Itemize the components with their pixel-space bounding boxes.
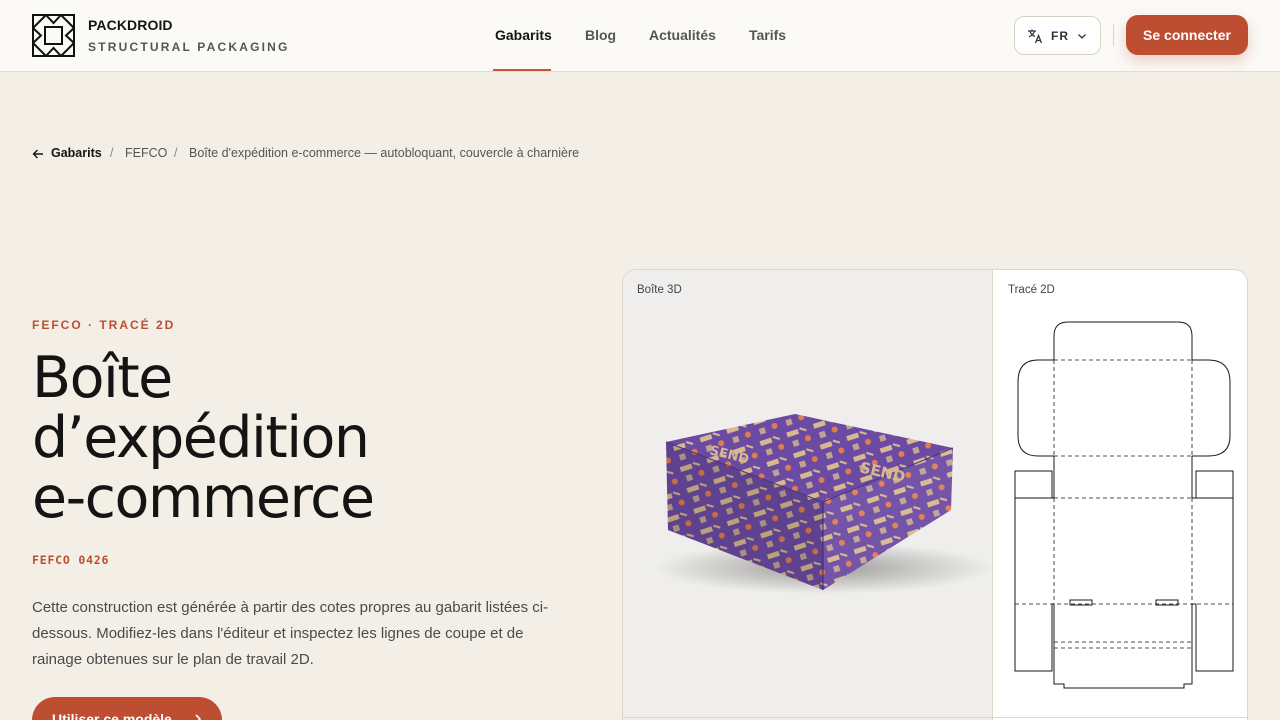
- language-code: FR: [1051, 29, 1069, 43]
- top-header: PACKDROID STRUCTURAL PACKAGING Gabarits …: [0, 0, 1280, 72]
- breadcrumb-fefco[interactable]: FEFCO: [125, 146, 167, 160]
- login-button[interactable]: Se connecter: [1126, 15, 1248, 55]
- nav-item-actualites[interactable]: Actualités: [649, 27, 716, 43]
- breadcrumb-gabarits[interactable]: Gabarits: [51, 146, 102, 160]
- nav-item-gabarits[interactable]: Gabarits: [495, 27, 552, 43]
- title-line: Boîte: [32, 345, 173, 411]
- title-line: d’expédition: [32, 405, 370, 471]
- box-3d-pane[interactable]: Boîte 3D SEND SEND: [623, 270, 993, 720]
- fefco-code: FEFCO 0426: [32, 553, 110, 567]
- hero-eyebrow: FEFCO · TRACÉ 2D: [32, 318, 176, 332]
- arrow-left-icon[interactable]: [32, 148, 44, 160]
- use-template-button[interactable]: Utiliser ce modèle: [32, 697, 222, 720]
- dieline-drawing[interactable]: [1004, 316, 1244, 696]
- header-divider: [1113, 24, 1114, 46]
- box-3d-label: Boîte 3D: [637, 284, 682, 296]
- dieline-label: Tracé 2D: [1008, 284, 1055, 296]
- breadcrumb-separator: /: [174, 146, 178, 160]
- use-template-label: Utiliser ce modèle: [52, 711, 172, 720]
- box-3d-render[interactable]: SEND SEND: [623, 390, 993, 610]
- hero-description: Cette construction est générée à partir …: [32, 599, 549, 668]
- breadcrumb-separator: /: [110, 146, 114, 160]
- brand-subtitle: STRUCTURAL PACKAGING: [88, 40, 290, 54]
- dieline-pane[interactable]: Tracé 2D: [994, 270, 1247, 720]
- card-footer-divider: [623, 717, 1247, 718]
- chevron-right-icon: [195, 714, 202, 720]
- language-selector[interactable]: FR: [1014, 16, 1101, 55]
- brand-name[interactable]: PACKDROID: [88, 17, 173, 33]
- nav-active-indicator: [493, 69, 551, 71]
- title-line: e-commerce: [32, 465, 375, 531]
- nav-item-tarifs[interactable]: Tarifs: [749, 27, 786, 43]
- breadcrumb-current: Boîte d'expédition e-commerce — autobloq…: [189, 146, 580, 160]
- translate-icon: [1028, 29, 1043, 44]
- packdroid-logo-icon[interactable]: [32, 14, 75, 57]
- chevron-down-icon: [1078, 34, 1086, 39]
- page-title: Boîte d’expédition e-commerce: [32, 348, 572, 528]
- nav-item-blog[interactable]: Blog: [585, 27, 616, 43]
- preview-card: Boîte 3D SEND SEND Tracé 2D: [622, 269, 1248, 720]
